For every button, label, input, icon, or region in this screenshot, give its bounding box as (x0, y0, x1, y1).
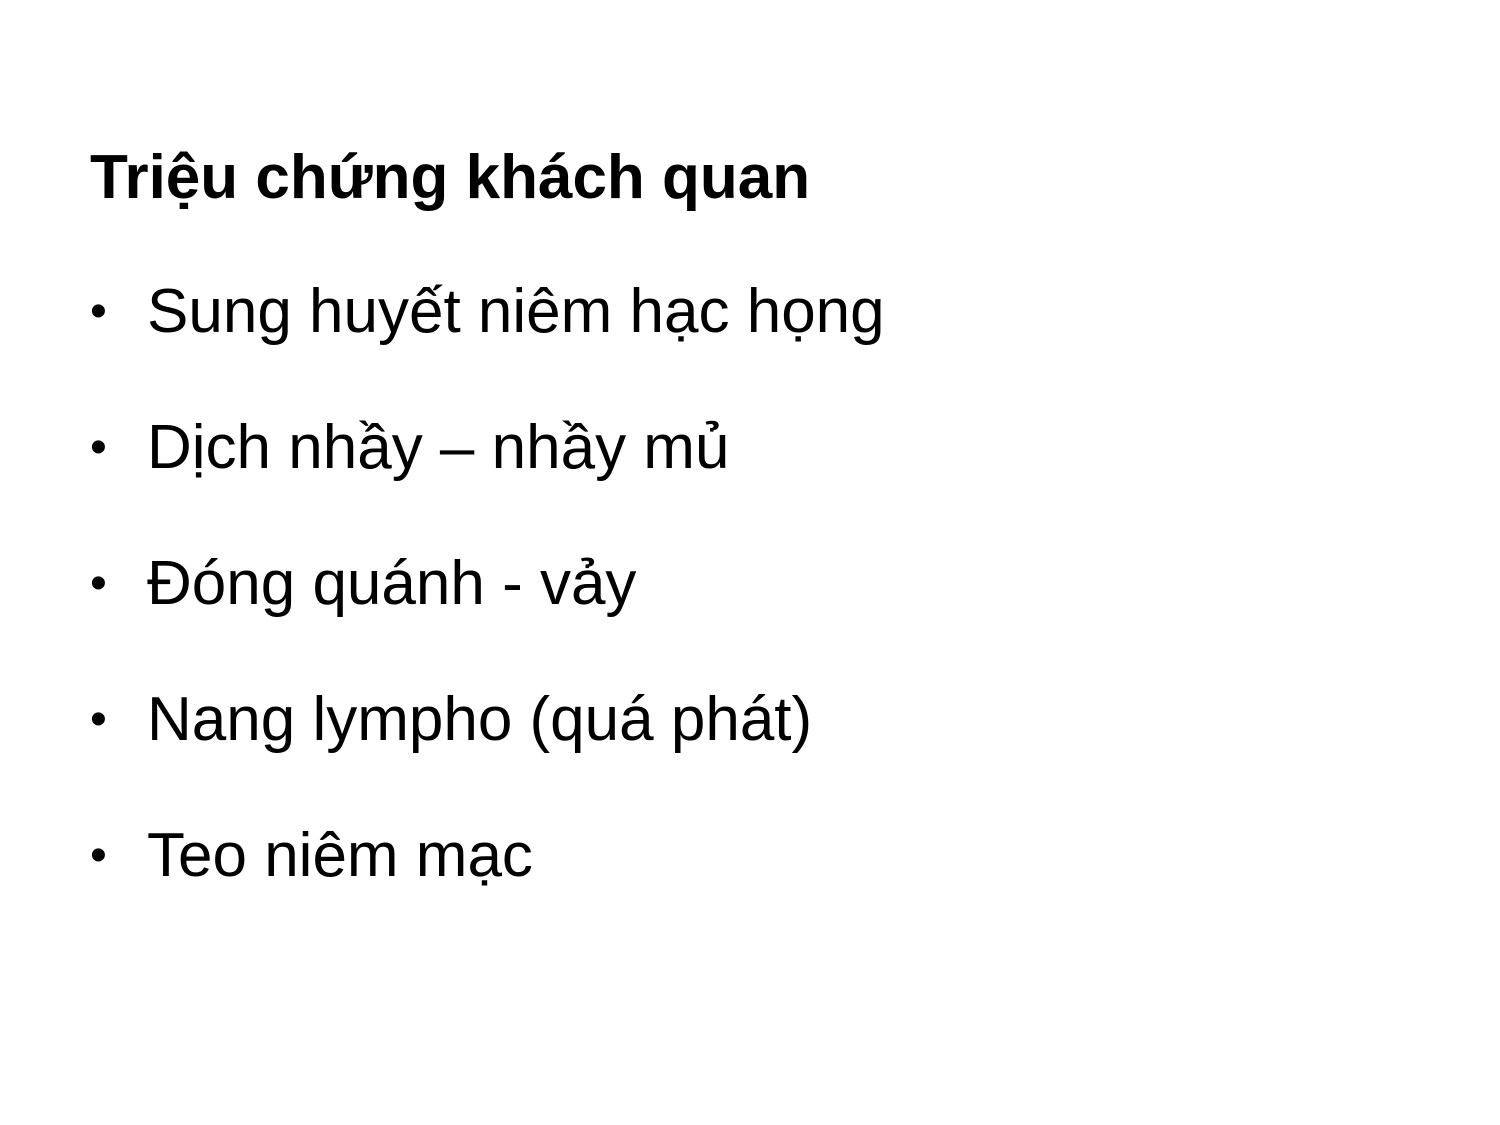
bullet-icon: • (90, 829, 107, 882)
slide-title: Triệu chứng khách quan (90, 143, 811, 212)
bullet-text: Dịch nhầy – nhầy mủ (147, 413, 730, 482)
bullet-icon: • (90, 421, 107, 474)
bullet-icon: • (90, 557, 107, 610)
bullet-text: Teo niêm mạc (147, 821, 533, 890)
bullet-icon: • (90, 285, 107, 338)
bullet-icon: • (90, 693, 107, 746)
bullet-text: Nang lympho (quá phát) (147, 685, 813, 754)
bullet-text: Sung huyết niêm hạc họng (147, 277, 885, 346)
slide: Triệu chứng khách quan • Sung huyết niêm… (0, 0, 1500, 1125)
bullet-text: Đóng quánh - vảy (147, 549, 637, 618)
